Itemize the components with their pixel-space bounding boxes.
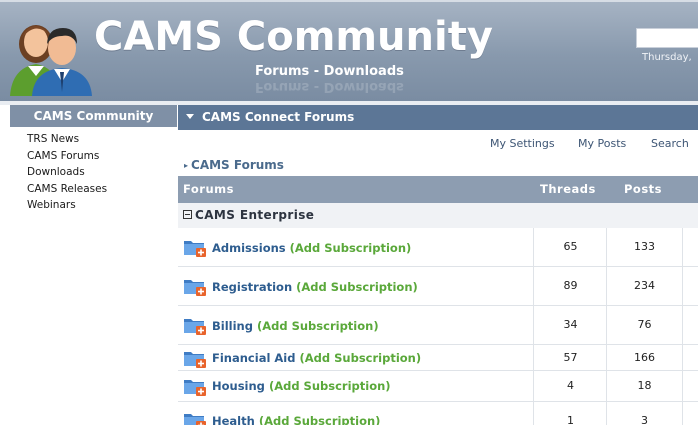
column-threads: Threads	[540, 182, 596, 196]
main-panel: CAMS Connect Forums My Settings My Posts…	[178, 105, 698, 425]
sidebar: CAMS Community TRS News CAMS Forums Down…	[10, 105, 177, 425]
search-link[interactable]: Search	[651, 137, 689, 150]
sidebar-heading: CAMS Community	[10, 105, 177, 127]
post-count: 133	[606, 228, 683, 266]
breadcrumb-label: CAMS Forums	[191, 158, 284, 172]
add-subscription-link[interactable]: (Add Subscription)	[300, 351, 422, 365]
user-nav: My Settings My Posts Search	[178, 137, 698, 153]
forum-name-link[interactable]: Financial Aid	[212, 351, 295, 365]
forum-folder-icon	[184, 414, 206, 425]
thread-count: 4	[533, 371, 607, 401]
add-subscription-link[interactable]: (Add Subscription)	[290, 241, 412, 255]
thread-count: 1	[533, 402, 607, 425]
post-count: 234	[606, 267, 683, 305]
forum-name-link[interactable]: Housing	[212, 379, 265, 393]
breadcrumb[interactable]: ▸ CAMS Forums	[184, 158, 284, 172]
forum-row: Financial Aid (Add Subscription) 57 166	[178, 345, 698, 371]
sidebar-item-downloads[interactable]: Downloads	[27, 164, 177, 181]
sidebar-item-trs-news[interactable]: TRS News	[27, 131, 177, 148]
forum-folder-icon	[184, 352, 206, 368]
forum-row: Admissions (Add Subscription) 65 133	[178, 228, 698, 267]
header-top-line	[0, 0, 698, 2]
forum-folder-icon	[184, 280, 206, 296]
forum-name-link[interactable]: Health	[212, 414, 255, 425]
breadcrumb-arrow-icon: ▸	[184, 161, 189, 170]
post-count: 166	[606, 345, 683, 370]
forum-cell: Registration (Add Subscription)	[178, 267, 533, 305]
add-subscription-link[interactable]: (Add Subscription)	[269, 379, 391, 393]
app-title: CAMS Community	[94, 14, 493, 60]
post-count: 18	[606, 371, 683, 401]
my-posts-link[interactable]: My Posts	[578, 137, 626, 150]
forum-table-header: Forums Threads Posts	[178, 176, 698, 203]
thread-count: 65	[533, 228, 607, 266]
forum-name-link[interactable]: Registration	[212, 280, 292, 294]
forum-title[interactable]: Financial Aid (Add Subscription)	[212, 351, 421, 365]
post-count: 76	[606, 306, 683, 344]
forum-title[interactable]: Registration (Add Subscription)	[212, 280, 418, 294]
forum-cell: Financial Aid (Add Subscription)	[178, 345, 533, 370]
forum-row: Billing (Add Subscription) 34 76	[178, 306, 698, 345]
forum-group-title: CAMS Enterprise	[195, 208, 315, 222]
thread-count: 89	[533, 267, 607, 305]
sidebar-item-webinars[interactable]: Webinars	[27, 197, 177, 214]
app-subtitle-reflection: Forums - Downloads	[255, 79, 404, 94]
app-subtitle: Forums - Downloads	[255, 64, 404, 79]
header-search-input[interactable]	[636, 28, 698, 48]
forum-title[interactable]: Billing (Add Subscription)	[212, 319, 379, 333]
forum-folder-icon	[184, 380, 206, 396]
forum-cell: Admissions (Add Subscription)	[178, 228, 533, 266]
forum-cell: Housing (Add Subscription)	[178, 371, 533, 401]
forum-title[interactable]: Health (Add Subscription)	[212, 414, 380, 425]
add-subscription-link[interactable]: (Add Subscription)	[259, 414, 381, 425]
add-subscription-link[interactable]: (Add Subscription)	[257, 319, 379, 333]
two-users-icon	[10, 25, 92, 96]
thread-count: 34	[533, 306, 607, 344]
column-posts: Posts	[624, 182, 663, 196]
collapse-triangle-icon[interactable]	[186, 114, 194, 119]
my-settings-link[interactable]: My Settings	[490, 137, 555, 150]
forum-folder-icon	[184, 241, 206, 257]
sidebar-item-cams-forums[interactable]: CAMS Forums	[27, 148, 177, 165]
forum-title[interactable]: Admissions (Add Subscription)	[212, 241, 411, 255]
column-forums: Forums	[183, 182, 234, 196]
add-subscription-link[interactable]: (Add Subscription)	[296, 280, 418, 294]
site-header: CAMS Community Forums - Downloads Forums…	[0, 0, 698, 101]
sidebar-item-cams-releases[interactable]: CAMS Releases	[27, 181, 177, 198]
forum-group-row[interactable]: CAMS Enterprise	[178, 203, 698, 229]
sidebar-links: TRS News CAMS Forums Downloads CAMS Rele…	[10, 127, 177, 214]
collapse-minus-icon[interactable]	[183, 210, 192, 219]
forum-cell: Health (Add Subscription)	[178, 402, 533, 425]
forum-rows: Admissions (Add Subscription) 65 133 Reg…	[178, 228, 698, 425]
forum-name-link[interactable]: Billing	[212, 319, 253, 333]
forum-row: Housing (Add Subscription) 4 18	[178, 371, 698, 402]
forum-title[interactable]: Housing (Add Subscription)	[212, 379, 391, 393]
forum-name-link[interactable]: Admissions	[212, 241, 286, 255]
panel-header[interactable]: CAMS Connect Forums	[178, 105, 698, 130]
forum-row: Registration (Add Subscription) 89 234	[178, 267, 698, 306]
forum-row: Health (Add Subscription) 1 3	[178, 402, 698, 425]
header-date: Thursday,	[642, 52, 692, 63]
post-count: 3	[606, 402, 683, 425]
panel-title: CAMS Connect Forums	[202, 110, 355, 124]
forum-folder-icon	[184, 319, 206, 335]
thread-count: 57	[533, 345, 607, 370]
forum-cell: Billing (Add Subscription)	[178, 306, 533, 344]
